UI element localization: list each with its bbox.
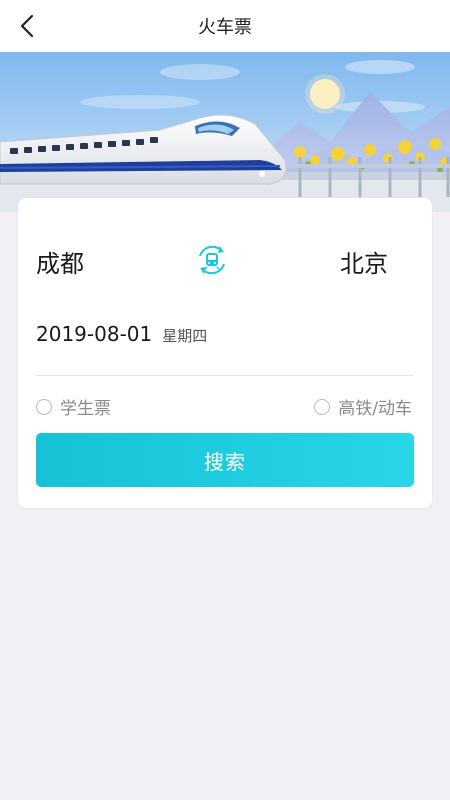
departure-city[interactable]: 成都 [36,244,84,279]
high-speed-train-option[interactable]: 高铁/动车 [314,394,412,419]
banner-illustration [0,52,450,212]
back-button[interactable] [14,12,42,40]
top-nav-bar: 火车票 [0,0,450,52]
departure-date-picker[interactable]: 2019-08-01 星期四 [36,322,207,346]
student-ticket-option[interactable]: 学生票 [36,394,111,419]
radio-circle-icon[interactable] [36,398,52,415]
swap-train-icon [199,245,225,275]
arrival-city[interactable]: 北京 [340,244,388,279]
swap-cities-button[interactable] [194,242,230,278]
radio-circle-icon[interactable] [314,398,331,415]
departure-weekday: 星期四 [162,327,208,345]
ticket-search-card: 成都 北京 2019-08-01 星期四 学生票 高铁/动车 搜索 [18,198,432,508]
chevron-left-icon [20,14,34,38]
page-title: 火车票 [198,17,252,38]
search-button[interactable]: 搜索 [36,433,414,487]
divider [36,375,414,376]
app-root: 火车票 成都 北京 2019-08-01 星期四 学生票 高铁/动车 搜索 [0,0,450,800]
student-ticket-label: 学生票 [60,399,111,419]
departure-date: 2019-08-01 [36,322,153,346]
high-speed-train-label: 高铁/动车 [338,399,412,419]
